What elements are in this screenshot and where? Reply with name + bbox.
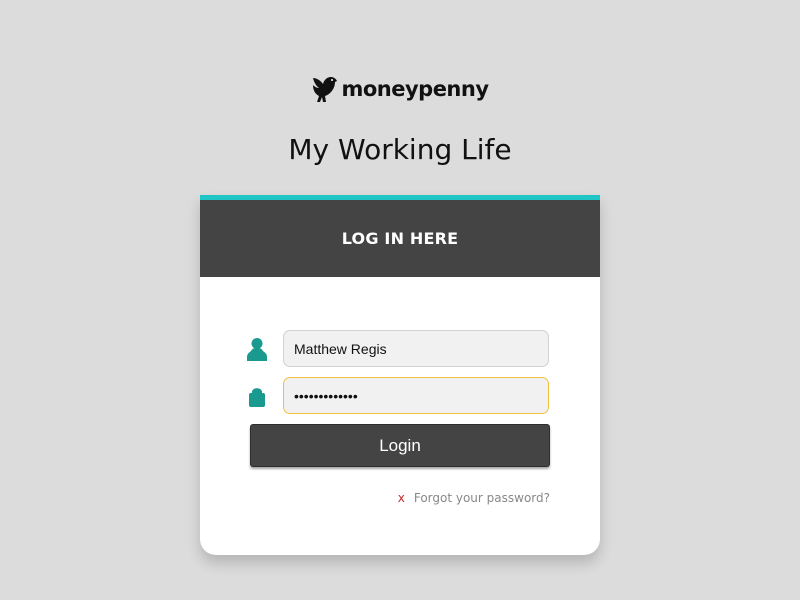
brand-logo-group: moneypenny	[311, 74, 489, 104]
forgot-password: x Forgot your password?	[398, 491, 550, 505]
forgot-password-link[interactable]: Forgot your password?	[414, 491, 550, 505]
user-icon-svg	[247, 337, 267, 361]
card-header: LOG IN HERE	[200, 200, 600, 277]
login-card: LOG IN HERE Login x	[200, 195, 600, 555]
password-row	[246, 377, 550, 414]
brand-logo: moneypenny	[0, 74, 800, 104]
login-page: moneypenny My Working Life LOG IN HERE M…	[0, 0, 800, 600]
card-header-title: LOG IN HERE	[341, 229, 459, 248]
username-row	[246, 330, 550, 367]
x-icon: x	[397, 491, 405, 505]
password-input[interactable]	[283, 377, 549, 414]
lock-icon-svg	[249, 387, 265, 407]
brand-logo-text: moneypenny	[341, 77, 489, 101]
user-icon	[246, 336, 268, 362]
lock-icon	[246, 383, 268, 409]
page-title: My Working Life	[288, 133, 512, 166]
bird-logo-icon	[313, 77, 338, 102]
username-input[interactable]	[283, 330, 549, 367]
login-button[interactable]: Login	[250, 424, 550, 467]
